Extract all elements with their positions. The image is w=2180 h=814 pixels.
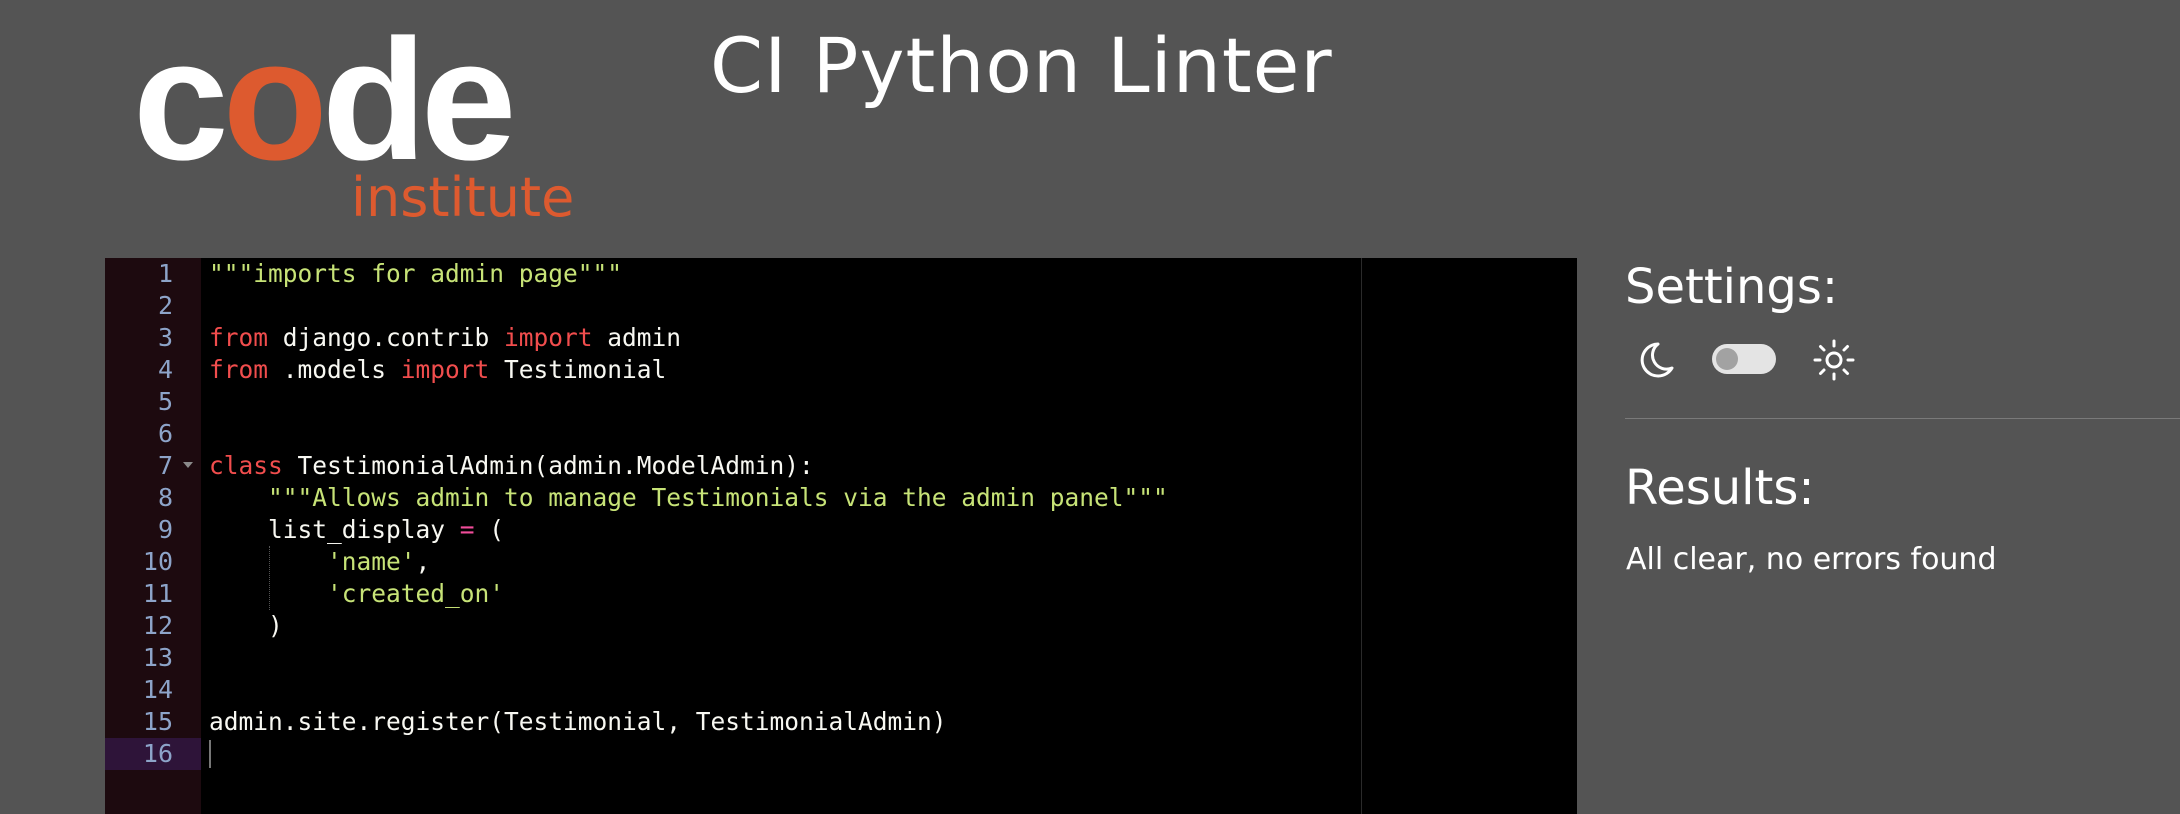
code-line[interactable]: 5 <box>105 386 1577 418</box>
sun-icon <box>1813 339 1855 381</box>
line-number: 5 <box>157 387 173 416</box>
close-paren: ) <box>268 611 283 640</box>
results-message: All clear, no errors found <box>1626 542 1997 577</box>
line-number: 14 <box>142 675 173 704</box>
code-line[interactable]: 4 from .models import Testimonial <box>105 354 1577 386</box>
code-line[interactable]: 8 """Allows admin to manage Testimonials… <box>105 482 1577 514</box>
code-line[interactable]: 6 <box>105 418 1577 450</box>
logo-subtitle: institute <box>351 166 575 229</box>
line-number: 11 <box>142 579 173 608</box>
line-number: 6 <box>157 419 173 448</box>
code-institute-logo: code institute <box>133 4 593 228</box>
section-divider <box>1625 418 2180 419</box>
code-editor[interactable]: 1 """imports for admin page""" 2 3 from … <box>105 258 1577 814</box>
page-title: CI Python Linter <box>710 21 1333 110</box>
code-line[interactable]: 2 <box>105 290 1577 322</box>
code-line[interactable]: 11 'created_on' <box>105 578 1577 610</box>
docstring: """Allows admin to manage Testimonials v… <box>268 483 1168 512</box>
keyword-import: import <box>400 355 490 384</box>
toggle-knob <box>1716 348 1738 370</box>
attribute-name: list_display <box>268 515 460 544</box>
keyword-import: import <box>504 323 593 352</box>
settings-heading: Settings: <box>1625 259 1839 315</box>
string-literal: 'name' <box>327 547 416 576</box>
line-number: 7 <box>157 451 173 480</box>
line-number: 15 <box>142 707 173 736</box>
docstring: """imports for admin page""" <box>209 259 623 288</box>
keyword-from: from <box>209 323 269 352</box>
line-number: 12 <box>142 611 173 640</box>
line-number: 2 <box>157 291 173 320</box>
code-line[interactable]: 3 from django.contrib import admin <box>105 322 1577 354</box>
text-cursor <box>209 740 211 768</box>
indent-guide <box>269 546 271 610</box>
import-name: admin <box>592 323 682 352</box>
code-line[interactable]: 13 <box>105 642 1577 674</box>
register-call: admin.site.register(Testimonial, Testimo… <box>209 707 947 736</box>
line-number: 3 <box>157 323 173 352</box>
code-line[interactable]: 14 <box>105 674 1577 706</box>
line-number: 13 <box>142 643 173 672</box>
line-number: 16 <box>142 739 173 768</box>
moon-icon <box>1640 342 1674 378</box>
code-line[interactable]: 12 ) <box>105 610 1577 642</box>
string-literal: 'created_on' <box>327 579 505 608</box>
keyword-from: from <box>209 355 269 384</box>
active-code-line[interactable]: 16 <box>105 738 1577 770</box>
class-definition: TestimonialAdmin(admin.ModelAdmin): <box>282 451 814 480</box>
import-name: Testimonial <box>489 355 667 384</box>
code-line[interactable]: 1 """imports for admin page""" <box>105 258 1577 290</box>
line-number: 9 <box>157 515 173 544</box>
code-line[interactable]: 15 admin.site.register(Testimonial, Test… <box>105 706 1577 738</box>
module-name: .models <box>268 355 401 384</box>
theme-toggle[interactable] <box>1712 344 1776 374</box>
code-line[interactable]: 7 class TestimonialAdmin(admin.ModelAdmi… <box>105 450 1577 482</box>
module-name: django.contrib <box>268 323 505 352</box>
line-number: 4 <box>157 355 173 384</box>
results-heading: Results: <box>1625 460 1815 516</box>
logo-wordmark: code <box>133 4 516 196</box>
open-paren: ( <box>474 515 505 544</box>
code-line[interactable]: 9 list_display = ( <box>105 514 1577 546</box>
keyword-class: class <box>209 451 283 480</box>
fold-arrow-icon[interactable] <box>183 462 193 468</box>
comma: , <box>415 547 431 576</box>
line-number: 8 <box>157 483 173 512</box>
assign-operator: = <box>459 515 475 544</box>
line-number: 1 <box>157 259 173 288</box>
line-number: 10 <box>142 547 173 576</box>
code-line[interactable]: 10 'name', <box>105 546 1577 578</box>
